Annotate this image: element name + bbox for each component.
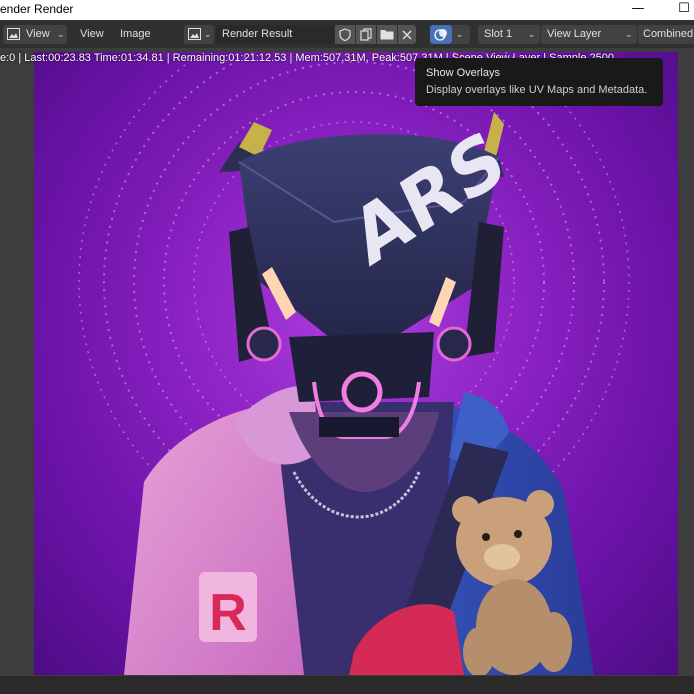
image-editor-header: View ⌄ View Image ⌄ Render Result ⌄ Slot… xyxy=(0,20,694,49)
unlink-image-button[interactable] xyxy=(398,25,416,44)
window-title: ender Render xyxy=(0,2,74,16)
render-artwork: R ARS xyxy=(34,52,678,675)
view-layer-dropdown[interactable]: View Layer ⌄ xyxy=(541,25,637,44)
viewer-bottom-edge xyxy=(0,676,694,694)
overlays-dropdown[interactable]: ⌄ xyxy=(452,25,470,44)
render-pass-dropdown[interactable]: Combined xyxy=(638,25,694,44)
overlays-tooltip: Show Overlays Display overlays like UV M… xyxy=(415,58,663,106)
image-browse-button[interactable]: ⌄ xyxy=(184,25,214,44)
overlays-icon xyxy=(434,29,447,41)
view-mode-label: View xyxy=(26,28,50,40)
duplicate-icon xyxy=(360,28,372,41)
image-name-label: Render Result xyxy=(222,28,293,40)
chevron-down-icon: ⌄ xyxy=(456,29,464,39)
jacket-letter: R xyxy=(209,584,247,642)
view-layer-label: View Layer xyxy=(547,28,602,40)
chevron-down-icon: ⌄ xyxy=(528,29,536,39)
image-editor-icon xyxy=(7,28,20,40)
image-menu[interactable]: Image xyxy=(120,25,151,44)
render-result-image[interactable]: R ARS xyxy=(34,52,678,675)
chevron-down-icon: ⌄ xyxy=(57,29,65,39)
maximize-icon[interactable]: ☐ xyxy=(664,0,694,20)
render-pass-label: Combined xyxy=(643,28,694,40)
folder-icon xyxy=(380,30,394,40)
slot-label: Slot 1 xyxy=(484,28,513,40)
show-overlays-toggle[interactable] xyxy=(430,25,452,44)
chevron-down-icon: ⌄ xyxy=(204,29,212,39)
chevron-down-icon: ⌄ xyxy=(625,29,633,39)
slot-dropdown[interactable]: Slot 1 ⌄ xyxy=(478,25,540,44)
tooltip-title: Show Overlays xyxy=(426,67,500,79)
duplicate-button[interactable] xyxy=(356,25,376,44)
close-icon xyxy=(402,30,412,40)
window-titlebar: ender Render — ☐ xyxy=(0,0,694,20)
view-menu[interactable]: View xyxy=(80,25,104,44)
shield-icon xyxy=(339,28,351,41)
minimize-icon[interactable]: — xyxy=(618,0,658,20)
fake-user-button[interactable] xyxy=(335,25,355,44)
open-image-button[interactable] xyxy=(377,25,397,44)
view-mode-dropdown[interactable]: View ⌄ xyxy=(3,25,67,44)
image-browse-icon xyxy=(188,28,201,40)
tooltip-description: Display overlays like UV Maps and Metada… xyxy=(426,84,648,96)
image-name-field[interactable]: Render Result xyxy=(216,25,334,44)
